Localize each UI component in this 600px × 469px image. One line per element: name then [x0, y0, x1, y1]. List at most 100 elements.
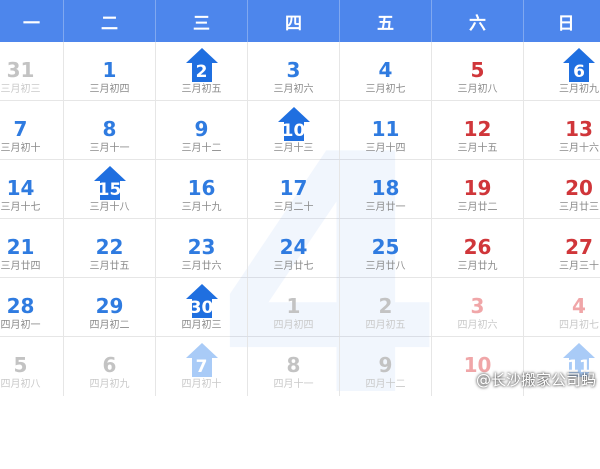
calendar-day-cell[interactable]: 28 四月初一 — [0, 278, 64, 336]
lunar-date: 三月十一 — [89, 143, 130, 154]
lunar-date: 三月十二 — [181, 143, 222, 154]
calendar-day-cell[interactable]: 8 三月十一 — [64, 101, 156, 159]
day-number: 24 — [279, 235, 308, 259]
lunar-date: 四月十二 — [365, 379, 406, 390]
calendar-day-cell[interactable]: 2 四月初五 — [340, 278, 432, 336]
day-number: 4 — [572, 294, 586, 318]
lunar-date: 三月廿六 — [181, 261, 222, 272]
weekday-header-6: 日 — [524, 0, 600, 42]
calendar-day-cell[interactable]: 3 三月初六 — [248, 42, 340, 100]
calendar-day-cell[interactable]: 10 三月十三 — [248, 101, 340, 159]
lunar-date: 三月廿一 — [365, 202, 406, 213]
calendar-grid: 4 31 三月初三 1 三月初四 2 三月初五 3 三月初六 4 三月初七 5 三月初八 6 三月初九 7 三… — [0, 42, 600, 442]
calendar-day-cell[interactable]: 6 三月初九 — [524, 42, 600, 100]
day-number: 5 — [13, 353, 28, 377]
day-number: 7 — [13, 117, 28, 141]
calendar-day-cell[interactable]: 12 三月十五 — [432, 101, 524, 159]
day-number: 31 — [6, 58, 35, 82]
lunar-date: 三月廿七 — [273, 261, 314, 272]
calendar-day-cell[interactable]: 20 三月廿三 — [524, 160, 600, 218]
lunar-date: 三月初六 — [273, 84, 314, 95]
lunar-date: 三月初五 — [181, 84, 222, 95]
lunar-date: 三月十四 — [365, 143, 406, 154]
day-number: 17 — [279, 176, 308, 200]
day-number: 23 — [187, 235, 216, 259]
lunar-date: 三月廿三 — [559, 202, 599, 213]
lunar-date: 四月初一 — [0, 320, 41, 331]
weekday-header-5: 六 — [432, 0, 524, 42]
day-number: 3 — [286, 58, 301, 82]
day-number: 10 — [281, 121, 306, 141]
lunar-date: 四月初七 — [559, 320, 599, 331]
calendar-day-cell[interactable]: 31 三月初三 — [0, 42, 64, 100]
calendar-day-cell[interactable]: 30 四月初三 — [156, 278, 248, 336]
calendar-day-cell[interactable]: 19 三月廿二 — [432, 160, 524, 218]
day-number: 12 — [463, 117, 492, 141]
day-number: 26 — [463, 235, 492, 259]
calendar-day-cell[interactable]: 4 三月初七 — [340, 42, 432, 100]
calendar-day-cell[interactable]: 14 三月十七 — [0, 160, 64, 218]
day-number: 27 — [565, 235, 593, 259]
calendar-day-cell[interactable]: 18 三月廿一 — [340, 160, 432, 218]
calendar-day-cell[interactable]: 29 四月初二 — [64, 278, 156, 336]
calendar-day-cell[interactable]: 22 三月廿五 — [64, 219, 156, 277]
calendar-week-row: 14 三月十七 15 三月十八 16 三月十九 17 三月二十 18 三月廿一 19 三月廿二 20 三月… — [0, 160, 600, 219]
lunar-date: 四月初九 — [89, 379, 130, 390]
weekday-header-3: 四 — [248, 0, 340, 42]
calendar-day-cell[interactable]: 7 四月初十 — [156, 337, 248, 396]
calendar-day-cell[interactable]: 4 四月初七 — [524, 278, 600, 336]
day-number: 4 — [378, 58, 393, 82]
calendar-day-cell[interactable]: 8 四月十一 — [248, 337, 340, 396]
calendar-day-cell[interactable]: 26 三月廿九 — [432, 219, 524, 277]
calendar-day-cell[interactable]: 25 三月廿八 — [340, 219, 432, 277]
lunar-date: 三月二十 — [273, 202, 314, 213]
calendar-week-row: 31 三月初三 1 三月初四 2 三月初五 3 三月初六 4 三月初七 5 三月初八 6 三月初九 — [0, 42, 600, 101]
lunar-date: 三月十六 — [559, 143, 599, 154]
lunar-date: 四月初六 — [457, 320, 498, 331]
day-number: 2 — [195, 62, 208, 82]
calendar-week-row: 21 三月廿四 22 三月廿五 23 三月廿六 24 三月廿七 25 三月廿八 26 三月廿九 27 三月… — [0, 219, 600, 278]
calendar-day-cell[interactable]: 11 三月十四 — [340, 101, 432, 159]
lunar-date: 三月廿四 — [0, 261, 41, 272]
lunar-date: 三月十五 — [457, 143, 498, 154]
day-number: 14 — [6, 176, 35, 200]
day-number: 30 — [189, 298, 214, 318]
calendar-day-cell[interactable]: 13 三月十六 — [524, 101, 600, 159]
weekday-header-2: 三 — [156, 0, 248, 42]
day-number: 16 — [187, 176, 216, 200]
calendar-day-cell[interactable]: 16 三月十九 — [156, 160, 248, 218]
day-number: 1 — [286, 294, 301, 318]
source-credit: @长沙搬家公司蚂 — [475, 371, 596, 389]
calendar-day-cell[interactable]: 17 三月二十 — [248, 160, 340, 218]
lunar-date: 四月初八 — [0, 379, 41, 390]
calendar-day-cell[interactable]: 1 四月初四 — [248, 278, 340, 336]
calendar-day-cell[interactable]: 1 三月初四 — [64, 42, 156, 100]
calendar-day-cell[interactable]: 21 三月廿四 — [0, 219, 64, 277]
calendar-day-cell[interactable]: 7 三月初十 — [0, 101, 64, 159]
calendar-day-cell[interactable]: 5 三月初八 — [432, 42, 524, 100]
lunar-date: 三月三十 — [559, 261, 599, 272]
lunar-date: 四月初三 — [181, 320, 222, 331]
calendar-day-cell[interactable]: 15 三月十八 — [64, 160, 156, 218]
day-number: 9 — [378, 353, 393, 377]
lunar-date: 三月初八 — [457, 84, 498, 95]
calendar-day-cell[interactable]: 23 三月廿六 — [156, 219, 248, 277]
lunar-date: 四月初二 — [89, 320, 130, 331]
lunar-date: 三月十八 — [89, 202, 130, 213]
lunar-date: 三月初三 — [0, 84, 41, 95]
calendar-day-cell[interactable]: 5 四月初八 — [0, 337, 64, 396]
calendar-day-cell[interactable]: 2 三月初五 — [156, 42, 248, 100]
calendar-day-cell[interactable]: 27 三月三十 — [524, 219, 600, 277]
day-number: 8 — [102, 117, 117, 141]
calendar-day-cell[interactable]: 9 三月十二 — [156, 101, 248, 159]
calendar-day-cell[interactable]: 6 四月初九 — [64, 337, 156, 396]
day-number: 3 — [470, 294, 485, 318]
calendar-week-row: 28 四月初一 29 四月初二 30 四月初三 1 四月初四 2 四月初五 3 四月初六 4 四月初七 — [0, 278, 600, 337]
day-number: 22 — [95, 235, 124, 259]
day-number: 6 — [102, 353, 117, 377]
lunar-date: 三月十三 — [273, 143, 314, 154]
calendar-day-cell[interactable]: 9 四月十二 — [340, 337, 432, 396]
day-number: 25 — [371, 235, 400, 259]
calendar-day-cell[interactable]: 3 四月初六 — [432, 278, 524, 336]
calendar-day-cell[interactable]: 24 三月廿七 — [248, 219, 340, 277]
